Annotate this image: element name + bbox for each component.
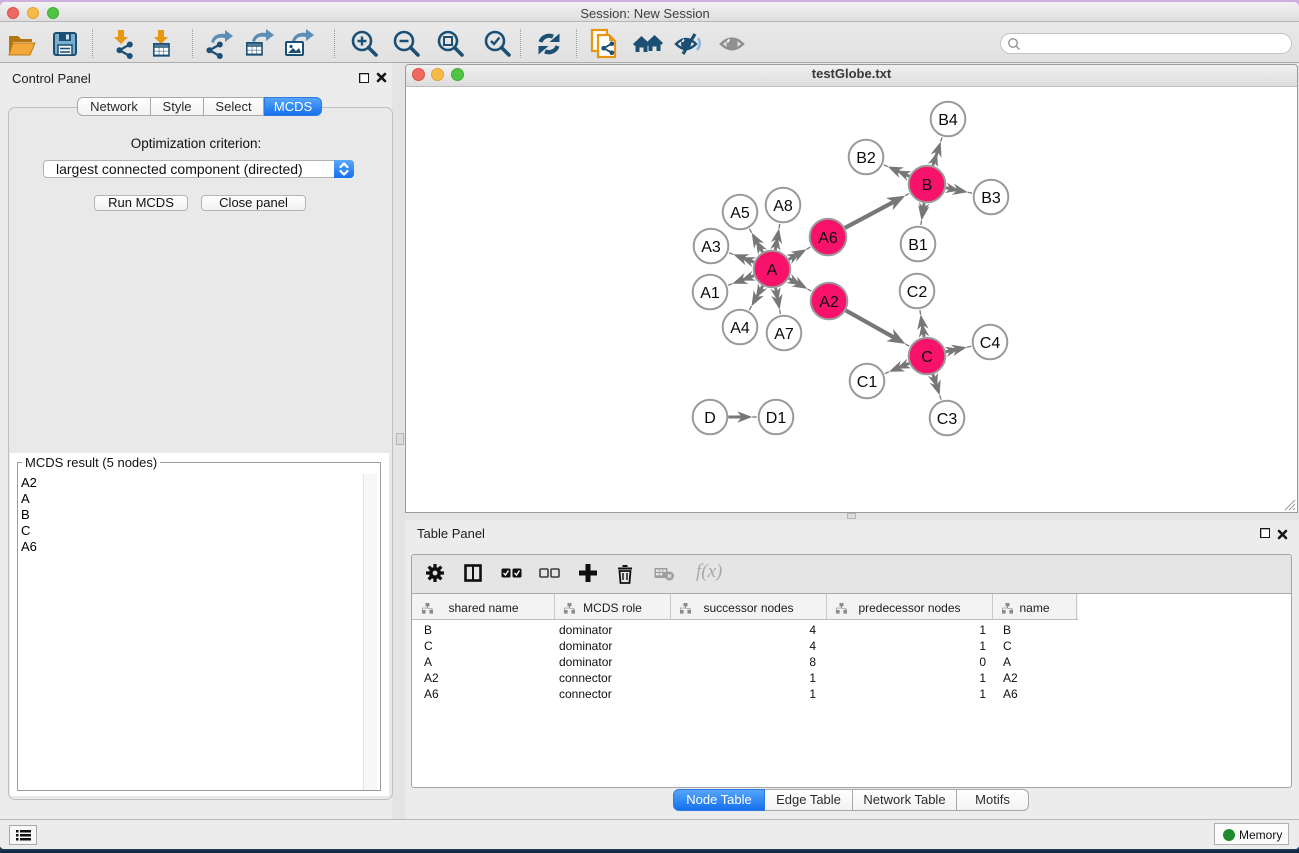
svg-text:C4: C4 xyxy=(980,335,1001,352)
svg-text:A2: A2 xyxy=(819,294,839,311)
svg-text:A3: A3 xyxy=(701,239,721,256)
svg-text:A: A xyxy=(767,262,778,279)
svg-text:B: B xyxy=(922,177,933,194)
svg-text:A7: A7 xyxy=(774,326,794,343)
svg-text:C3: C3 xyxy=(937,411,958,428)
svg-text:D: D xyxy=(704,410,716,427)
svg-text:A8: A8 xyxy=(773,198,793,215)
svg-text:D1: D1 xyxy=(766,410,787,427)
svg-text:B4: B4 xyxy=(938,112,958,129)
svg-text:B3: B3 xyxy=(981,190,1001,207)
svg-text:B2: B2 xyxy=(856,150,876,167)
svg-text:C2: C2 xyxy=(907,284,928,301)
svg-text:C1: C1 xyxy=(857,374,878,391)
svg-text:A5: A5 xyxy=(730,205,750,222)
svg-text:B1: B1 xyxy=(908,237,928,254)
svg-text:C: C xyxy=(921,349,933,366)
svg-text:A1: A1 xyxy=(700,285,720,302)
svg-text:A4: A4 xyxy=(730,320,750,337)
svg-text:A6: A6 xyxy=(818,230,838,247)
